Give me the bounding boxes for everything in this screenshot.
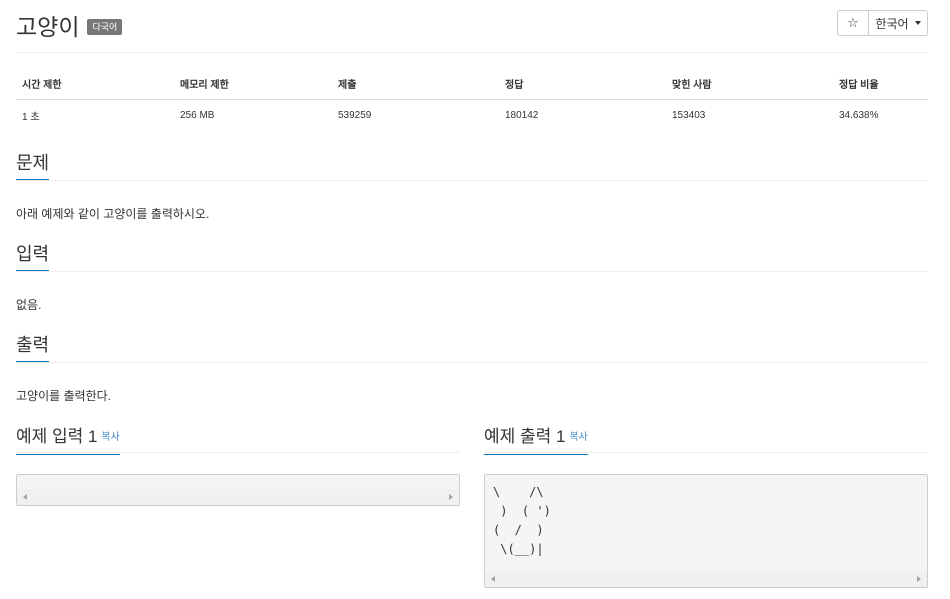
info-header-row: 시간 제한 메모리 제한 제출 정답 맞힌 사람 정답 비율 <box>16 66 928 100</box>
sample-input-content <box>17 475 459 483</box>
scroll-left-icon[interactable] <box>491 576 495 582</box>
info-col-submissions: 제출 <box>332 66 499 100</box>
output-section-header: 출력 <box>16 334 928 363</box>
sample-output-content: \ /\ ) ( ') ( / ) \(__)| <box>493 485 551 556</box>
sample-output-title: 예제 출력 1 <box>484 427 566 446</box>
star-icon: ☆ <box>847 15 859 30</box>
sample-input-header: 예제 입력 1 복사 <box>16 426 460 455</box>
star-button[interactable]: ☆ <box>837 10 869 36</box>
sample-output-header: 예제 출력 1 복사 <box>484 426 928 455</box>
language-dropdown[interactable]: 한국어 <box>868 10 928 36</box>
sample-input-copy-link[interactable]: 복사 <box>101 432 119 443</box>
input-section-header: 입력 <box>16 243 928 272</box>
info-col-ratio: 정답 비율 <box>833 66 928 100</box>
scroll-right-icon[interactable] <box>449 494 453 500</box>
output-description: 고양이를 출력한다. <box>16 389 111 403</box>
problem-description: 아래 예제와 같이 고양이를 출력하시오. <box>16 207 210 221</box>
problem-info-table: 시간 제한 메모리 제한 제출 정답 맞힌 사람 정답 비율 1 초 256 M… <box>16 66 928 131</box>
input-description: 없음. <box>16 298 42 312</box>
header-button-group: ☆ 한국어 <box>837 10 928 36</box>
problem-section-header: 문제 <box>16 152 928 181</box>
output-section-title: 출력 <box>16 334 50 362</box>
problem-section-title: 문제 <box>16 152 50 180</box>
sample-output-box: \ /\ ) ( ') ( / ) \(__)| <box>484 474 928 588</box>
input-section-title: 입력 <box>16 243 50 271</box>
sample-input-scrollbar[interactable] <box>17 489 459 505</box>
input-section: 입력 없음. <box>16 243 928 313</box>
sample-output-copy-link[interactable]: 복사 <box>569 432 587 443</box>
language-label: 한국어 <box>875 16 909 31</box>
time-limit-value: 1 초 <box>22 112 40 123</box>
solvers-value: 153403 <box>672 110 706 121</box>
sample-input-section: 예제 입력 1 복사 <box>16 426 460 455</box>
submissions-value: 539259 <box>338 110 372 121</box>
multilingual-badge: 다국어 <box>87 19 123 35</box>
sample-input-title: 예제 입력 1 <box>16 427 98 446</box>
caret-down-icon <box>914 21 921 25</box>
memory-limit-value: 256 MB <box>180 110 215 121</box>
info-col-memory-limit: 메모리 제한 <box>174 66 332 100</box>
output-section: 출력 고양이를 출력한다. <box>16 334 928 404</box>
ratio-value: 34.638% <box>839 110 879 121</box>
sample-input-title-wrap: 예제 입력 1 복사 <box>16 426 120 455</box>
header-divider <box>16 52 928 53</box>
info-col-time-limit: 시간 제한 <box>16 66 174 100</box>
sample-output-title-wrap: 예제 출력 1 복사 <box>484 426 588 455</box>
problem-section: 문제 아래 예제와 같이 고양이를 출력하시오. <box>16 152 928 222</box>
info-col-accepted: 정답 <box>499 66 666 100</box>
sample-output-section: 예제 출력 1 복사 <box>484 426 928 455</box>
title-row: 고양이 다국어 <box>16 10 123 40</box>
sample-input-box <box>16 474 460 506</box>
page-title: 고양이 <box>16 14 80 40</box>
scroll-right-icon[interactable] <box>917 576 921 582</box>
accepted-value: 180142 <box>505 110 539 121</box>
scroll-left-icon[interactable] <box>23 494 27 500</box>
info-value-row: 1 초 256 MB 539259 180142 153403 34.638% <box>16 100 928 132</box>
info-col-solvers: 맞힌 사람 <box>666 66 833 100</box>
sample-output-scrollbar[interactable] <box>485 571 927 587</box>
